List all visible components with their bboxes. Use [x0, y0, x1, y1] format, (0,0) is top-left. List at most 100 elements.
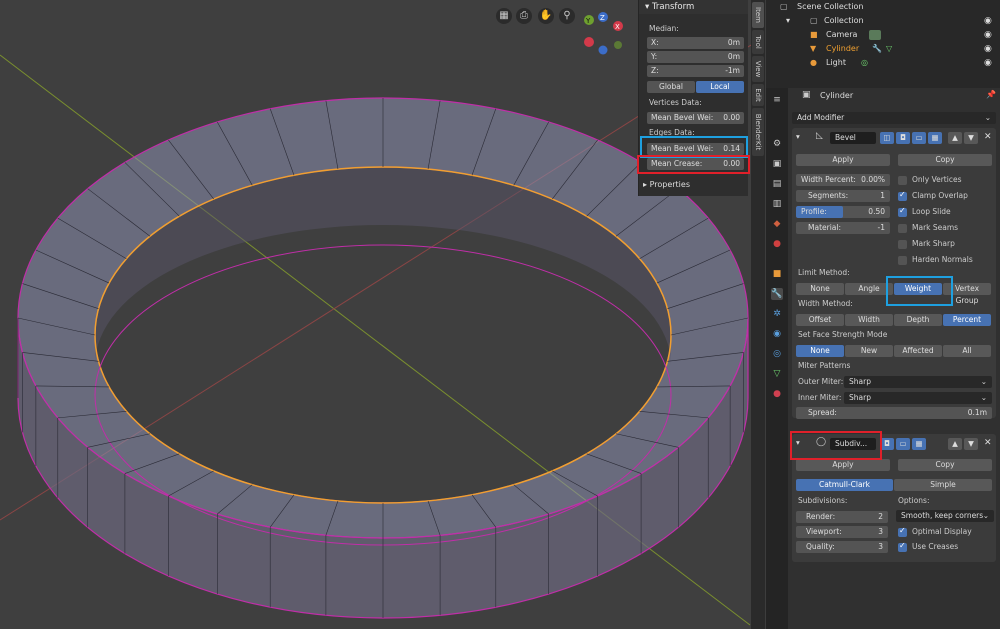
z-field[interactable]: Z: -1m — [647, 65, 744, 77]
bevel-check-only-vertices[interactable] — [898, 176, 907, 185]
realtime-icon[interactable]: ▭ — [912, 132, 926, 144]
profile-slider[interactable]: Profile: 0.50 — [796, 206, 890, 218]
inner-miter-dropdown[interactable]: Sharp ⌄ — [844, 392, 992, 404]
limit-methods-option[interactable]: Vertex Group — [943, 283, 991, 305]
viewport-levels-field[interactable]: Viewport: 3 — [796, 526, 888, 538]
width-methods-option[interactable]: Offset — [796, 314, 844, 326]
catmull-clark-toggle[interactable]: Catmull-Clark — [796, 479, 893, 491]
bevel-apply-button[interactable]: Apply — [796, 154, 890, 166]
close-icon[interactable]: ✕ — [984, 438, 992, 448]
editmode-toggle-icon[interactable]: ◫ — [880, 132, 894, 144]
width-methods-option[interactable]: Width — [845, 314, 893, 326]
simple-toggle[interactable]: Simple — [894, 479, 992, 491]
vertex-bevel-weight-field[interactable]: Mean Bevel Wei: 0.00 — [647, 112, 744, 124]
modifier-tab-icon[interactable]: 🔧 — [771, 288, 783, 300]
eye-icon[interactable]: ◉ — [984, 16, 994, 26]
collapse-icon[interactable]: ▾ — [796, 132, 800, 141]
move-down-icon[interactable]: ▼ — [964, 438, 978, 450]
edge-bevel-weight-field[interactable]: Mean Bevel Wei: 0.14 — [647, 143, 744, 155]
world-tab-icon[interactable]: ● — [771, 238, 783, 250]
bevel-check-clamp-overlap[interactable] — [898, 190, 907, 201]
zoom-icon[interactable]: ⚲ — [559, 8, 575, 24]
subdiv-apply-button[interactable]: Apply — [796, 459, 890, 471]
material-tab-icon[interactable]: ● — [771, 388, 783, 400]
camera-icon[interactable]: ⎙ — [516, 8, 532, 24]
uv-smooth-dropdown[interactable]: Smooth, keep corners ⌄ — [896, 510, 994, 522]
width-methods-option[interactable]: Percent — [943, 314, 991, 326]
tab-tool[interactable]: Tool — [752, 30, 764, 54]
add-modifier-dropdown[interactable]: Add Modifier ⌄ — [792, 112, 996, 124]
camera-render-icon[interactable]: ◘ — [880, 438, 894, 450]
local-toggle[interactable]: Local — [696, 81, 744, 93]
outliner-row-collection[interactable]: ▾ ▢ Collection ◉ — [766, 14, 1000, 28]
tab-edit[interactable]: Edit — [752, 84, 764, 106]
global-toggle[interactable]: Global — [647, 81, 695, 93]
data-tab-icon[interactable]: ▽ — [771, 368, 783, 380]
subdiv-copy-button[interactable]: Copy — [898, 459, 992, 471]
3d-viewport[interactable]: ▦ ⎙ ✋ ⚲ Y Z X ▾ Transform Median: X: 0m Y… — [0, 0, 751, 629]
collapse-icon[interactable]: ▾ — [796, 438, 800, 447]
editor-type-icon[interactable]: ≡ — [771, 94, 783, 106]
quality-field[interactable]: Quality: 3 — [796, 541, 888, 553]
outer-miter-dropdown[interactable]: Sharp ⌄ — [844, 376, 992, 388]
bevel-check-mark-seams[interactable] — [898, 224, 907, 233]
y-field[interactable]: Y: 0m — [647, 51, 744, 63]
tab-item[interactable]: Item — [752, 2, 764, 28]
axis-gizmo[interactable]: Y Z X — [578, 8, 630, 58]
face-strengths-option[interactable]: None — [796, 345, 844, 357]
tool-tab-icon[interactable]: ⚙ — [771, 138, 783, 150]
render-tab-icon[interactable]: ▣ — [771, 158, 783, 170]
face-strengths-option[interactable]: New — [845, 345, 893, 357]
outliner-row-camera[interactable]: ■ Camera ◉ — [766, 28, 1000, 42]
mean-crease-field[interactable]: Mean Crease: 0.00 — [647, 158, 744, 170]
transform-header[interactable]: ▾ Transform — [639, 0, 748, 14]
eye-icon[interactable]: ◉ — [984, 58, 994, 68]
spread-field[interactable]: Spread: 0.1m — [796, 407, 992, 419]
particles-tab-icon[interactable]: ✲ — [771, 308, 783, 320]
object-tab-icon[interactable]: ■ — [771, 268, 783, 280]
bevel-name-field[interactable]: Bevel — [830, 132, 876, 144]
properties-subpanel[interactable]: ▸ Properties — [643, 180, 690, 189]
bevel-copy-button[interactable]: Copy — [898, 154, 992, 166]
hand-icon[interactable]: ✋ — [538, 8, 554, 24]
scene-tab-icon[interactable]: ◆ — [771, 218, 783, 230]
use-creases-checkbox[interactable] — [898, 541, 907, 552]
view-layer-tab-icon[interactable]: ▥ — [771, 198, 783, 210]
output-tab-icon[interactable]: ▤ — [771, 178, 783, 190]
pin-icon[interactable]: 📌 — [986, 90, 996, 99]
move-up-icon[interactable]: ▲ — [948, 438, 962, 450]
material-field[interactable]: Material: -1 — [796, 222, 890, 234]
width-methods-option[interactable]: Depth — [894, 314, 942, 326]
bevel-check-mark-sharp[interactable] — [898, 240, 907, 249]
physics-tab-icon[interactable]: ◉ — [771, 328, 783, 340]
eye-icon[interactable]: ◉ — [984, 44, 994, 54]
outliner-row-light[interactable]: ● Light ◎ ◉ — [766, 56, 1000, 70]
subdiv-name-field[interactable]: Subdiv... — [830, 438, 876, 450]
limit-methods-option[interactable]: None — [796, 283, 844, 295]
bevel-check-harden-normals[interactable] — [898, 256, 907, 265]
cage-icon[interactable]: ▦ — [928, 132, 942, 144]
face-strengths-option[interactable]: Affected — [894, 345, 942, 357]
tab-view[interactable]: View — [752, 56, 764, 82]
close-icon[interactable]: ✕ — [984, 132, 992, 142]
realtime-icon[interactable]: ▭ — [896, 438, 910, 450]
camera-render-icon[interactable]: ◘ — [896, 132, 910, 144]
eye-icon[interactable]: ◉ — [984, 30, 994, 40]
limit-methods-option[interactable]: Weight — [894, 283, 942, 295]
bevel-check-loop-slide[interactable] — [898, 206, 907, 217]
constraints-tab-icon[interactable]: ◎ — [771, 348, 783, 360]
cage-icon[interactable]: ▦ — [912, 438, 926, 450]
tab-blenderkit[interactable]: BlenderKit — [752, 108, 764, 156]
width-percent-field[interactable]: Width Percent: 0.00% — [796, 174, 890, 186]
x-field[interactable]: X: 0m — [647, 37, 744, 49]
segments-field[interactable]: Segments: 1 — [796, 190, 890, 202]
grid-icon[interactable]: ▦ — [496, 8, 512, 24]
optimal-display-checkbox[interactable] — [898, 526, 907, 537]
move-up-icon[interactable]: ▲ — [948, 132, 962, 144]
outliner-row-scene-collection[interactable]: ▢ Scene Collection — [766, 0, 1000, 14]
outliner-row-cylinder[interactable]: ▼ Cylinder 🔧 ▽ ◉ — [766, 42, 1000, 56]
face-strengths-option[interactable]: All — [943, 345, 991, 357]
render-levels-field[interactable]: Render: 2 — [796, 511, 888, 523]
move-down-icon[interactable]: ▼ — [964, 132, 978, 144]
limit-methods-option[interactable]: Angle — [845, 283, 893, 295]
